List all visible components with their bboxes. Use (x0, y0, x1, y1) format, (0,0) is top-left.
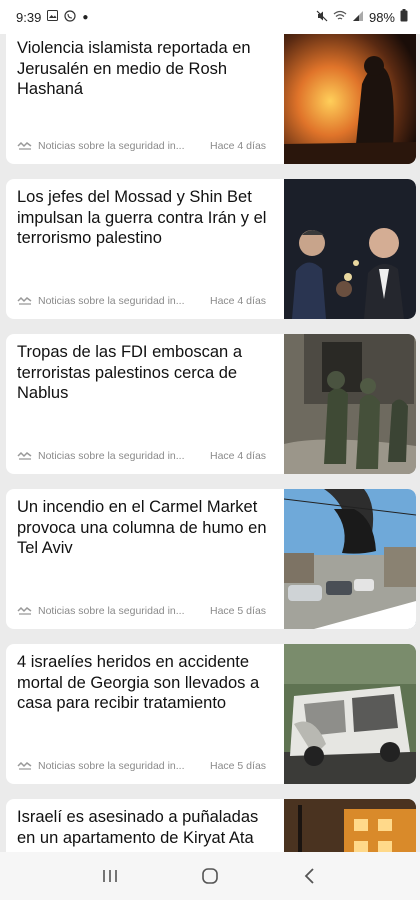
article-source: Noticias sobre la seguridad in... (38, 295, 185, 307)
article-time: Hace 4 días (210, 450, 267, 462)
article-image[interactable] (284, 489, 416, 629)
wifi-icon (333, 10, 347, 25)
article-card[interactable]: 4 israelíes heridos en accidente mortal … (6, 644, 416, 784)
gallery-icon (47, 10, 59, 24)
source-icon (17, 141, 32, 150)
article-source: Noticias sobre la seguridad in... (38, 450, 185, 462)
source-icon (17, 606, 32, 615)
status-time: 9:39 (16, 9, 42, 25)
battery-icon (400, 9, 408, 25)
status-bar: 9:39 ● 98% (0, 0, 420, 34)
article-title[interactable]: Un incendio en el Carmel Market provoca … (17, 497, 274, 559)
article-image[interactable] (284, 799, 416, 852)
source-icon (17, 761, 32, 770)
article-card[interactable]: Un incendio en el Carmel Market provoca … (6, 489, 416, 629)
article-time: Hace 5 días (210, 760, 267, 772)
article-time: Hace 5 días (210, 605, 267, 617)
back-button[interactable] (290, 856, 330, 896)
article-image[interactable] (284, 334, 416, 474)
article-card[interactable]: Los jefes del Mossad y Shin Bet impulsan… (6, 179, 416, 319)
signal-icon (352, 10, 364, 25)
article-image[interactable] (284, 644, 416, 784)
article-title[interactable]: Violencia islamista reportada en Jerusal… (17, 38, 274, 100)
article-title[interactable]: Israelí es asesinado a puñaladas en un a… (17, 807, 274, 848)
recent-apps-icon (103, 870, 117, 882)
article-title[interactable]: Tropas de las FDI emboscan a terroristas… (17, 342, 274, 404)
recent-apps-button[interactable] (90, 856, 130, 896)
news-feed[interactable]: Violencia islamista reportada en Jerusal… (0, 30, 420, 852)
article-image[interactable] (284, 179, 416, 319)
article-card[interactable]: Israelí es asesinado a puñaladas en un a… (6, 799, 416, 852)
navigation-bar (0, 852, 420, 900)
article-source: Noticias sobre la seguridad in... (38, 605, 185, 617)
article-title[interactable]: Los jefes del Mossad y Shin Bet impulsan… (17, 187, 274, 249)
article-card[interactable]: Violencia islamista reportada en Jerusal… (6, 30, 416, 164)
source-icon (17, 296, 32, 305)
home-icon (202, 868, 218, 884)
home-button[interactable] (190, 856, 230, 896)
article-time: Hace 4 días (210, 140, 267, 152)
article-source: Noticias sobre la seguridad in... (38, 760, 185, 772)
mute-icon (316, 10, 328, 25)
whatsapp-icon (64, 9, 76, 25)
article-time: Hace 4 días (210, 295, 267, 307)
article-source: Noticias sobre la seguridad in... (38, 140, 185, 152)
article-image[interactable] (284, 30, 416, 164)
battery-percent: 98% (368, 9, 395, 25)
dot-icon: ● (82, 11, 89, 23)
back-icon (304, 868, 314, 884)
article-card[interactable]: Tropas de las FDI emboscan a terroristas… (6, 334, 416, 474)
article-title[interactable]: 4 israelíes heridos en accidente mortal … (17, 652, 274, 714)
source-icon (17, 451, 32, 460)
